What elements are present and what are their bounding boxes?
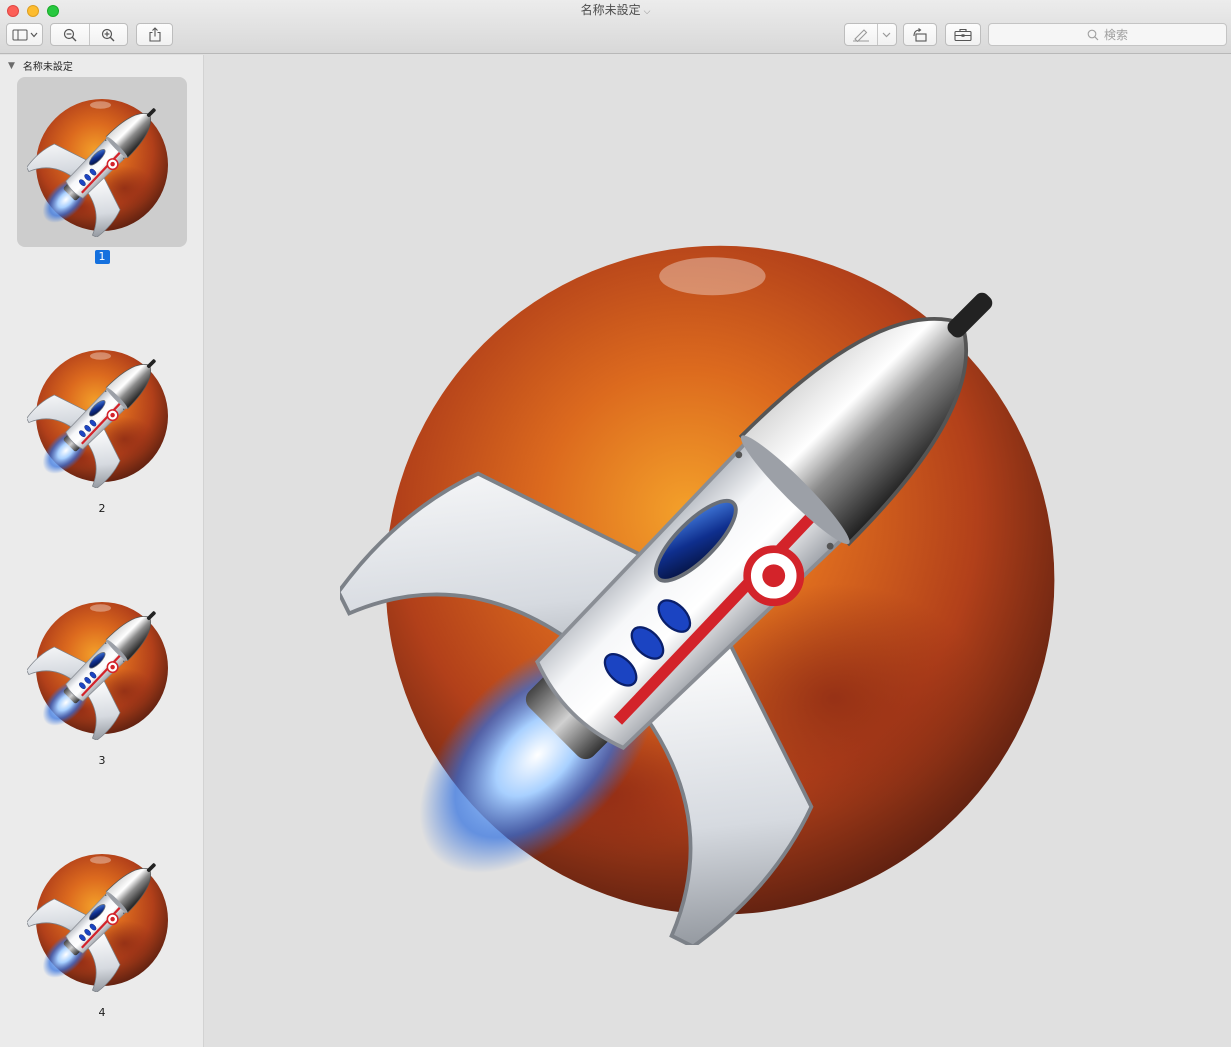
markup-menu-button[interactable]	[877, 24, 896, 45]
sidebar-document-header[interactable]: ▼ 名称未設定	[8, 58, 73, 74]
sidebar-icon	[12, 29, 37, 40]
search-icon	[1087, 29, 1099, 40]
segment-divider	[89, 24, 90, 45]
chevron-down-icon: ⌵	[643, 7, 651, 17]
zoom-control	[50, 23, 128, 46]
chevron-down-icon	[882, 32, 891, 37]
window-toolbar: 名称未設定 ⌵ 検索	[0, 0, 1231, 54]
window-title[interactable]: 名称未設定 ⌵	[0, 2, 1231, 20]
document-viewer[interactable]	[205, 55, 1231, 1047]
zoom-in-icon	[101, 28, 115, 41]
rotate-button[interactable]	[903, 23, 937, 46]
page-thumbnail[interactable]	[17, 580, 187, 750]
rocket-planet-thumbnail-image	[27, 87, 177, 237]
markup-toolbar-button[interactable]	[945, 23, 981, 46]
markup-control	[844, 23, 897, 46]
page-number-label: 3	[98, 754, 106, 767]
sidebar-view-button[interactable]	[6, 23, 43, 46]
rocket-planet-image	[340, 185, 1100, 945]
page-number-label: 1	[0, 250, 204, 264]
share-button[interactable]	[136, 23, 173, 46]
disclosure-triangle-icon[interactable]: ▼	[8, 61, 15, 71]
page-number-label: 4	[98, 1006, 106, 1019]
page-thumbnail[interactable]	[17, 77, 187, 247]
rocket-planet-thumbnail-image	[27, 842, 177, 992]
markup-button[interactable]	[845, 24, 877, 45]
sidebar-document-name: 名称未設定	[22, 62, 73, 73]
zoom-out-icon	[63, 28, 77, 41]
search-field[interactable]: 検索	[988, 23, 1227, 46]
rocket-planet-thumbnail-image	[27, 590, 177, 740]
toolbox-icon	[954, 28, 972, 41]
thumbnail-sidebar[interactable]: ▼ 名称未設定 1 2 3 4	[0, 55, 204, 1047]
rotate-icon	[913, 27, 927, 42]
zoom-out-button[interactable]	[51, 24, 89, 45]
search-placeholder: 検索	[1103, 28, 1128, 42]
pen-icon	[853, 28, 869, 42]
rocket-planet-thumbnail-image	[27, 338, 177, 488]
segment-divider	[877, 24, 878, 45]
window-title-text: 名称未設定	[580, 3, 641, 17]
page-thumbnail[interactable]	[17, 832, 187, 1002]
page-thumbnail[interactable]	[17, 328, 187, 498]
page-number-label: 2	[98, 502, 106, 515]
zoom-in-button[interactable]	[89, 24, 127, 45]
share-icon	[148, 27, 161, 42]
